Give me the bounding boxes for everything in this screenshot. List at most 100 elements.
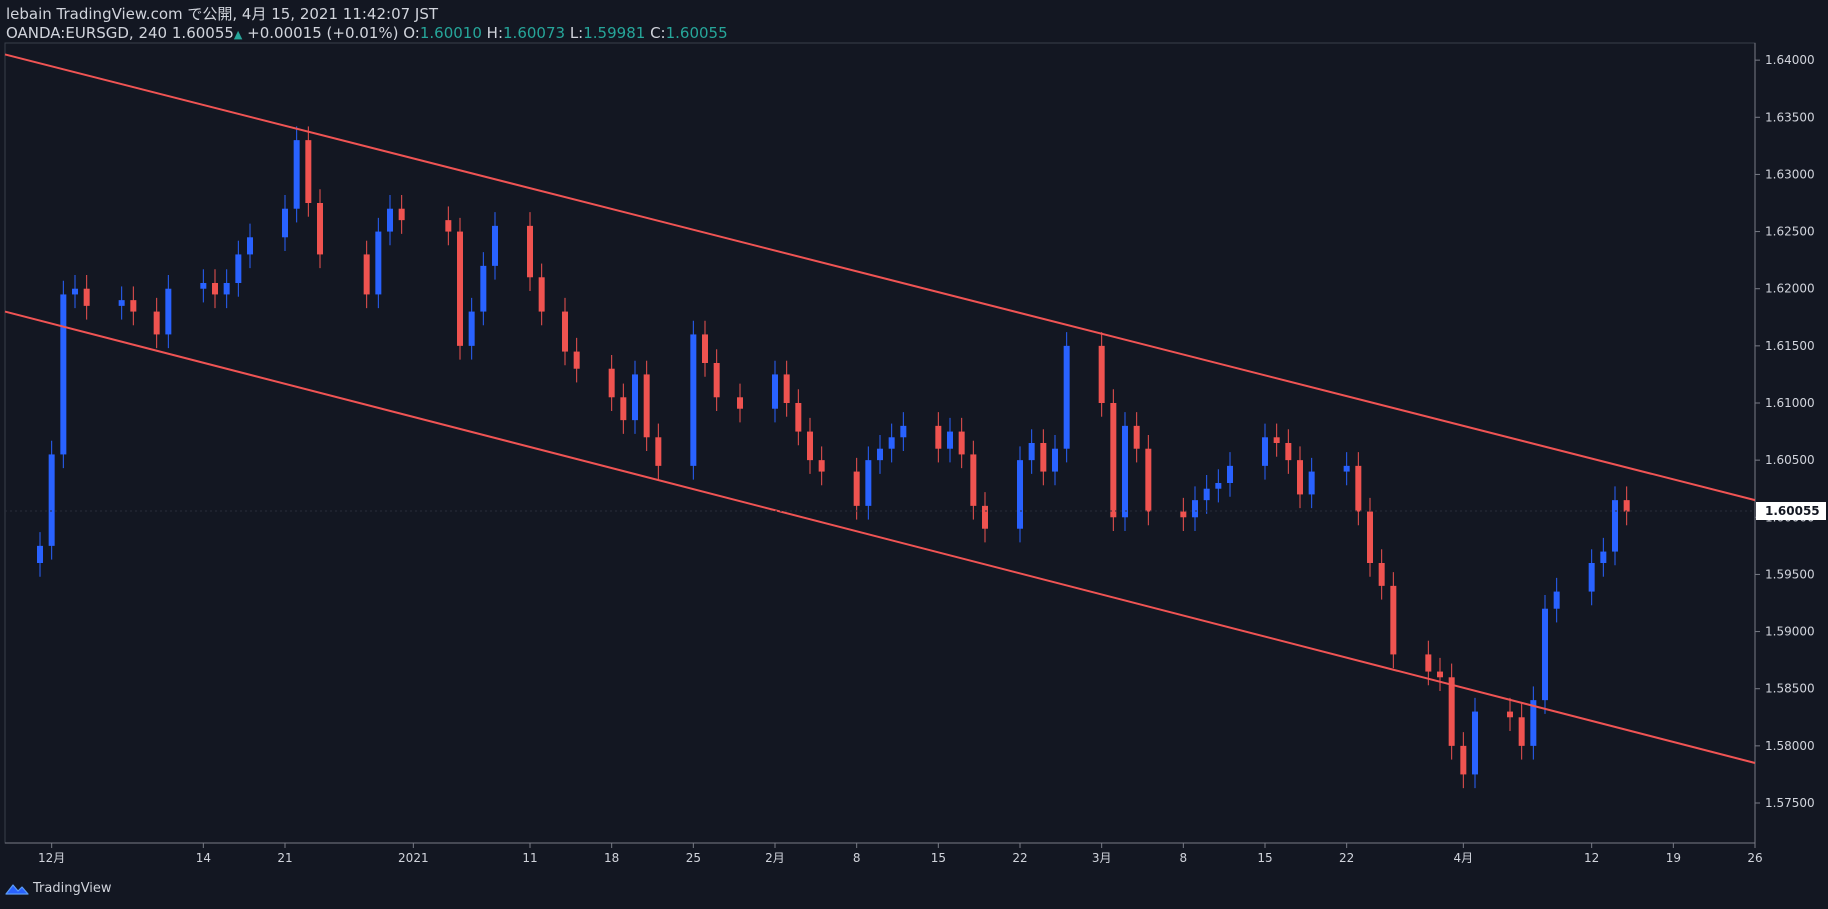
candle-body [1308, 471, 1315, 495]
candle-body [900, 425, 907, 438]
candle-body [1355, 465, 1362, 512]
candle-body [293, 140, 300, 209]
candle-body [713, 363, 720, 398]
price-chart[interactable]: 1.64000 1.63500 1.63000 1.62500 1.62000 1.615… [0, 0, 1828, 909]
current-price-tag: 1.60055 [5, 502, 1826, 520]
candle-body [807, 431, 813, 461]
channel-lower-trendline[interactable] [4, 310, 1756, 764]
candle-body [1460, 745, 1467, 775]
candle-body [877, 448, 883, 461]
candle-body [387, 208, 393, 232]
candle-body [130, 300, 137, 312]
tradingview-brand[interactable]: TradingView [5, 881, 112, 896]
candle-body [375, 231, 382, 295]
candle-body [1425, 654, 1432, 672]
candle-body [1437, 671, 1443, 678]
candle-body [737, 397, 743, 409]
channel-layer[interactable] [4, 53, 1756, 764]
candle-body [165, 288, 172, 335]
candle-body [1378, 563, 1385, 586]
candle-body [1448, 677, 1455, 746]
candle-body [608, 368, 615, 398]
candle-body [1518, 717, 1525, 746]
price-axis[interactable]: 1.64000 1.63500 1.63000 1.62500 1.62000 1.615… [1755, 53, 1815, 810]
candle-body [1297, 460, 1303, 495]
candle-body [795, 403, 802, 432]
price-tick-label: 1.64000 [1765, 53, 1815, 67]
candle-body [1343, 465, 1350, 472]
time-tick-label: 25 [686, 851, 701, 865]
candle-body [970, 454, 977, 506]
candle-body [1507, 711, 1513, 718]
time-tick-label: 11 [522, 851, 537, 865]
time-tick-label: 12 [1584, 851, 1599, 865]
candle-body [562, 311, 568, 352]
price-tick-label: 1.58500 [1765, 682, 1815, 696]
channel-upper-trendline[interactable] [4, 53, 1756, 502]
candle-body [235, 254, 242, 283]
price-tick-label: 1.63500 [1765, 110, 1815, 124]
candle-body [772, 374, 778, 409]
price-tick-label: 1.63000 [1765, 167, 1815, 181]
candle-body [1553, 591, 1560, 609]
candle-body [1472, 711, 1478, 775]
time-axis[interactable]: 12月 14 21 2021 11 18 25 2月 8 15 22 3月 8 15 22 4月 12 19 26 [38, 843, 1763, 865]
candle-body [865, 460, 872, 506]
candle-body [655, 437, 662, 466]
price-tick-label: 1.61000 [1765, 396, 1815, 410]
candle-body [200, 283, 207, 289]
candle-body [83, 288, 90, 306]
candle-body [958, 431, 965, 455]
candle-body [1145, 448, 1152, 512]
candle-body [1542, 608, 1548, 701]
time-tick-label: 3月 [1092, 851, 1112, 865]
time-tick-label: 4月 [1454, 851, 1474, 865]
candle-body [468, 311, 475, 346]
candle-body [690, 334, 697, 466]
candle-body [1600, 551, 1607, 563]
candle-body [935, 425, 942, 449]
candle-body [818, 460, 825, 472]
candle-body [317, 203, 323, 255]
candle-body [1203, 488, 1210, 501]
candle-body [702, 334, 708, 363]
candle-body [1028, 443, 1035, 461]
time-tick-label: 12月 [38, 851, 65, 865]
candle-body [60, 294, 67, 455]
candle-body [457, 231, 463, 346]
time-tick-label: 26 [1747, 851, 1762, 865]
candle-body [620, 397, 627, 421]
candle-body [492, 225, 498, 266]
candle-body [37, 545, 43, 563]
time-tick-label: 2月 [765, 851, 785, 865]
time-tick-label: 14 [196, 851, 211, 865]
candle-body [643, 374, 650, 438]
candle-body [305, 140, 312, 203]
candle-body [573, 351, 580, 369]
time-tick-label: 8 [853, 851, 861, 865]
candle-body [1262, 437, 1268, 466]
candle-body [1273, 437, 1280, 443]
candle-body [1063, 345, 1070, 449]
time-tick-label: 15 [1257, 851, 1272, 865]
candle-body [212, 283, 218, 295]
candle-body [1133, 425, 1140, 449]
time-tick-label: 19 [1666, 851, 1681, 865]
candle-body [153, 311, 160, 335]
candle-body [1122, 425, 1128, 518]
candle-body [1040, 443, 1047, 472]
candle-body [1227, 465, 1233, 483]
time-tick-label: 22 [1012, 851, 1027, 865]
time-tick-label: 8 [1180, 851, 1188, 865]
time-tick-label: 21 [277, 851, 292, 865]
candle-body [1623, 500, 1630, 512]
price-tick-label: 1.62500 [1765, 225, 1815, 239]
candle-body [223, 283, 230, 295]
time-tick-label: 15 [931, 851, 946, 865]
candle-body [947, 431, 953, 449]
current-price-label: 1.60055 [1765, 504, 1820, 518]
candle-body [247, 237, 253, 255]
candle-body [1285, 443, 1292, 461]
candle-body [538, 277, 545, 312]
candle-body [72, 288, 78, 295]
